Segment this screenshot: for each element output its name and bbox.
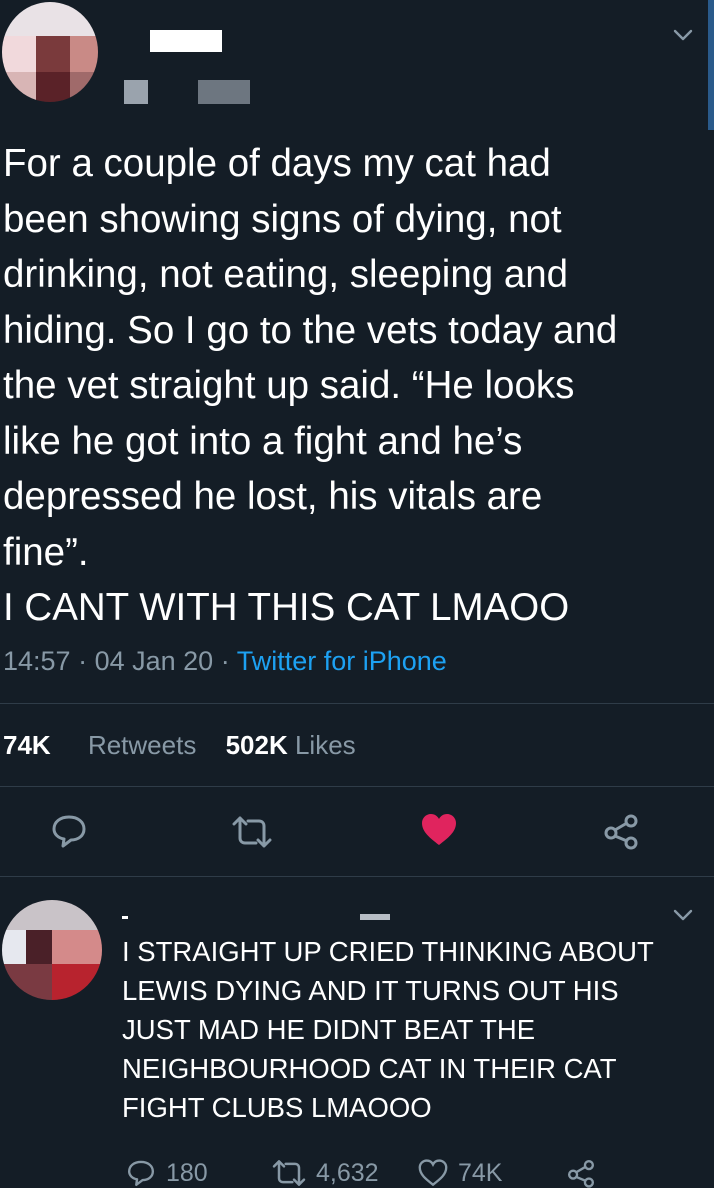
tweet-source-link[interactable]: Twitter for iPhone [237, 646, 447, 676]
tweet-text: For a couple of days my cat had been sho… [3, 142, 618, 629]
tweet-stats: 74K Retweets 502K Likes [3, 730, 356, 761]
retweet-icon [272, 1160, 306, 1186]
reply-handle-redacted [360, 914, 390, 920]
retweet-icon [232, 816, 272, 848]
tweet-date: 04 Jan 20 [94, 646, 214, 676]
chevron-down-icon[interactable] [672, 24, 694, 46]
reply-icon [52, 815, 86, 848]
reply-button[interactable] [50, 812, 88, 850]
retweet-count[interactable]: 74K [3, 730, 51, 760]
share-icon [567, 1159, 595, 1188]
reply-retweet-count: 4,632 [316, 1158, 379, 1187]
reply-like-button[interactable]: 74K [418, 1158, 502, 1188]
tweet-meta: 14:57 · 04 Jan 20 · Twitter for iPhone [3, 646, 447, 677]
like-count[interactable]: 502K [226, 730, 288, 760]
handle-redacted-2 [198, 80, 250, 104]
divider [0, 876, 714, 877]
reply-name-redacted [122, 916, 128, 919]
retweet-button[interactable] [232, 814, 272, 850]
tweet-time: 14:57 [3, 646, 71, 676]
handle-redacted-1 [124, 80, 148, 104]
meta-separator: · [220, 646, 237, 676]
avatar[interactable] [2, 2, 98, 102]
heart-icon [418, 1159, 448, 1187]
reply-reply-count: 180 [166, 1158, 208, 1187]
likes-label[interactable]: Likes [295, 730, 356, 760]
chevron-down-icon[interactable] [672, 904, 694, 926]
reply-icon [127, 1160, 155, 1187]
like-button[interactable] [420, 812, 458, 848]
divider [0, 786, 714, 787]
reply-avatar[interactable] [2, 900, 102, 1000]
reply-reply-button[interactable]: 180 [126, 1158, 208, 1188]
scrollbar[interactable] [708, 0, 714, 130]
share-button[interactable] [602, 812, 640, 850]
retweets-label[interactable]: Retweets [88, 730, 196, 760]
reply-like-count: 74K [458, 1158, 503, 1187]
reply-share-button[interactable] [566, 1158, 596, 1188]
reply-retweet-button[interactable]: 4,632 [272, 1158, 379, 1188]
divider [0, 703, 714, 704]
share-icon [604, 814, 638, 850]
heart-icon [422, 814, 456, 845]
display-name-redacted [150, 30, 222, 52]
reply-text: I STRAIGHT UP CRIED THINKING ABOUT LEWIS… [122, 936, 654, 1123]
meta-separator: · [78, 646, 95, 676]
